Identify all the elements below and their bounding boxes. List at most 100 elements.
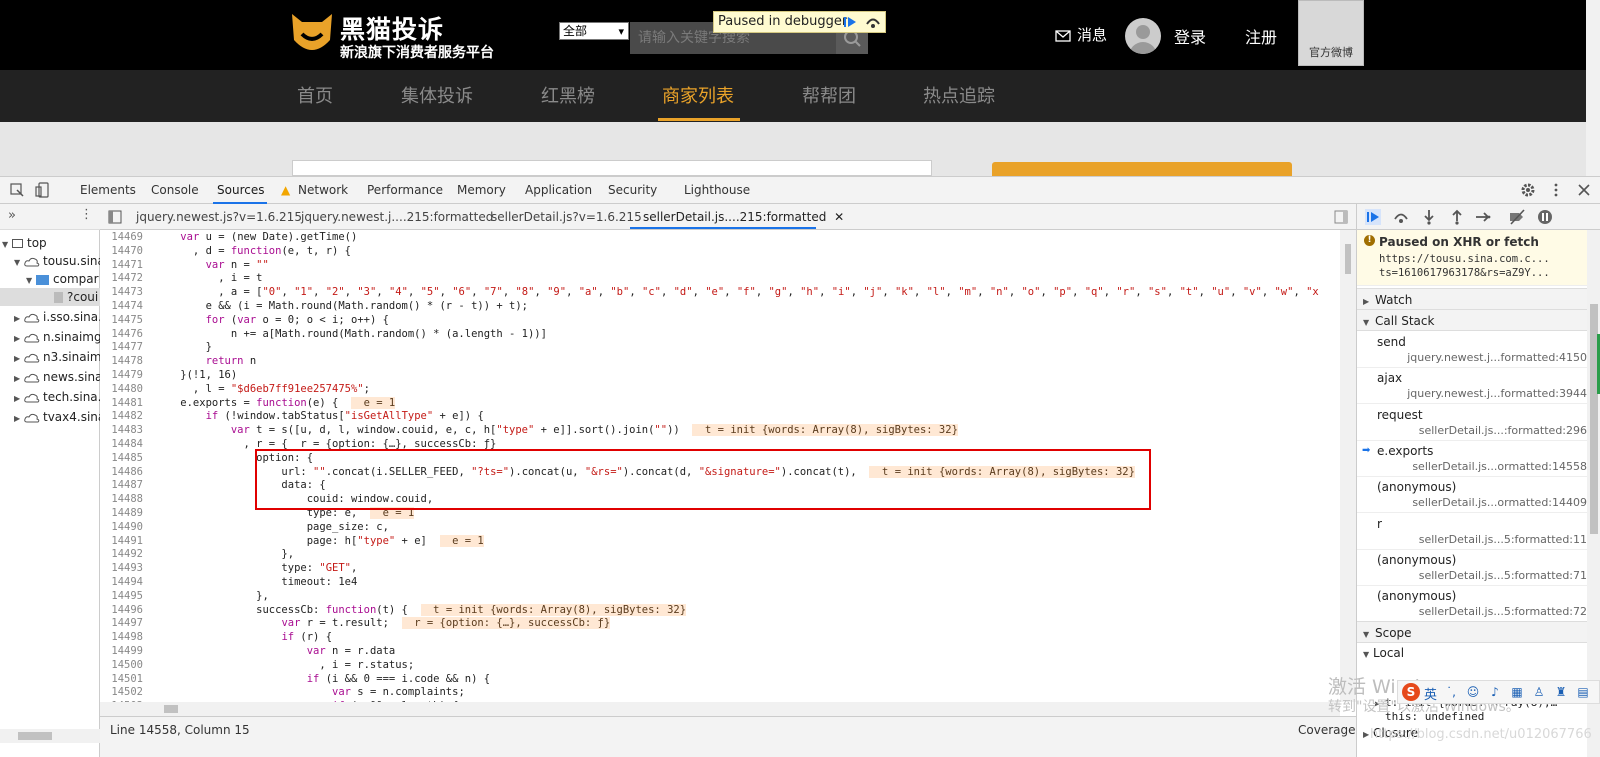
tab-lighthouse[interactable]: Lighthouse xyxy=(684,183,750,197)
code-line[interactable]: 14471 var n = "" xyxy=(100,258,1340,272)
code-line[interactable]: 14473 , a = ["0", "1", "2", "3", "4", "5… xyxy=(100,285,1340,299)
tree-item-top[interactable]: ▼ top xyxy=(2,234,47,252)
navigator-hscrollbar[interactable] xyxy=(0,729,100,743)
inspect-element-icon[interactable] xyxy=(9,182,25,198)
code-line[interactable]: 14492 }, xyxy=(100,547,1340,561)
line-number[interactable]: 14474 xyxy=(100,299,143,313)
tree-item-folder[interactable]: ▼ compar xyxy=(26,270,99,288)
close-icon[interactable] xyxy=(1576,182,1592,198)
scope-section-header[interactable]: ▼ Scope xyxy=(1357,621,1587,643)
call-frame-location[interactable]: sellerDetail.js...ormatted:14409 xyxy=(1387,496,1587,509)
code-line[interactable]: 14498 if (r) { xyxy=(100,630,1340,644)
tree-item-domain[interactable]: ▶ news.sina xyxy=(14,368,102,386)
call-frame[interactable]: (anonymous) sellerDetail.js...5:formatted… xyxy=(1357,586,1587,623)
file-tab[interactable]: sellerDetail.js?v=1.6.215 xyxy=(491,210,642,224)
code-line[interactable]: 14490 page_size: c, xyxy=(100,520,1340,534)
call-frame[interactable]: (anonymous) sellerDetail.js...5:formatted… xyxy=(1357,550,1587,586)
toggle-debugger-icon[interactable] xyxy=(1334,210,1348,224)
search-category-select[interactable]: 全部 ▾ xyxy=(559,22,629,40)
tree-item-file-selected[interactable]: ?coui xyxy=(0,288,100,306)
line-number[interactable]: 14499 xyxy=(100,644,143,658)
navigator-menu-icon[interactable]: ⋮ xyxy=(80,207,93,222)
code-line[interactable]: 14474 e && (i = Math.round(Math.random()… xyxy=(100,299,1340,313)
code-line[interactable]: 14496 successCb: function(t) { t = init … xyxy=(100,603,1340,617)
code-line[interactable]: 14494 timeout: 1e4 xyxy=(100,575,1340,589)
call-frame-location[interactable]: sellerDetail.js...5:formatted:71 xyxy=(1387,569,1587,582)
line-number[interactable]: 14478 xyxy=(100,354,143,368)
tab-performance[interactable]: Performance xyxy=(367,183,443,197)
official-weibo-qr[interactable]: 官方微博 xyxy=(1298,0,1364,66)
toggle-navigator-icon[interactable] xyxy=(108,210,122,224)
line-number[interactable]: 14493 xyxy=(100,561,143,575)
call-frame-location[interactable]: sellerDetail.js...ormatted:14558 xyxy=(1387,460,1587,473)
line-number[interactable]: 14500 xyxy=(100,658,143,672)
line-number[interactable]: 14484 xyxy=(100,437,143,451)
line-number[interactable]: 14473 xyxy=(100,285,143,299)
avatar[interactable] xyxy=(1125,18,1161,54)
tree-item-domain[interactable]: ▶ i.sso.sina.c xyxy=(14,308,109,326)
tree-item-domain[interactable]: ▶ tvax4.sina xyxy=(14,408,105,426)
ime-language[interactable]: 英 xyxy=(1424,684,1437,703)
call-frame[interactable]: ➡ e.exports sellerDetail.js...ormatted:145… xyxy=(1357,441,1587,477)
code-line[interactable]: 14483 var t = s([u, d, l, window.couid, … xyxy=(100,423,1340,437)
code-line[interactable]: 14469 var u = (new Date).getTime() xyxy=(100,230,1340,244)
call-frame-location[interactable]: sellerDetail.js...5:formatted:11 xyxy=(1387,533,1587,546)
emoji-icon[interactable]: ☺ xyxy=(1466,685,1480,699)
tab-application[interactable]: Application xyxy=(525,183,592,197)
call-frame[interactable]: (anonymous) sellerDetail.js...ormatted:14… xyxy=(1357,477,1587,514)
tree-item-domain[interactable]: ▶ tech.sina.c xyxy=(14,388,108,406)
paused-url[interactable]: https://tousu.sina.com.c... ts=161061796… xyxy=(1379,252,1585,280)
code-line[interactable]: 14499 var n = r.data xyxy=(100,644,1340,658)
line-number[interactable]: 14482 xyxy=(100,409,143,423)
line-number[interactable]: 14489 xyxy=(100,506,143,520)
step-into-icon[interactable] xyxy=(1421,209,1437,225)
line-number[interactable]: 14475 xyxy=(100,313,143,327)
code-line[interactable]: 14478 return n xyxy=(100,354,1340,368)
code-line[interactable]: 14500 , i = r.status; xyxy=(100,658,1340,672)
keyboard-icon[interactable]: ▦ xyxy=(1510,685,1524,699)
skin-icon[interactable]: ♜ xyxy=(1554,685,1568,699)
line-number[interactable]: 14502 xyxy=(100,685,143,699)
nav-merchant-list[interactable]: 商家列表 xyxy=(662,82,734,108)
call-frame[interactable]: send jquery.newest.j...formatted:4150 xyxy=(1357,332,1587,368)
call-frame[interactable]: request sellerDetail.js...:formatted:296 xyxy=(1357,405,1587,441)
step-over-icon[interactable] xyxy=(864,14,882,30)
nav-hot-topics[interactable]: 热点追踪 xyxy=(923,82,995,108)
code-line[interactable]: 14472 , i = t xyxy=(100,271,1340,285)
tab-elements[interactable]: Elements xyxy=(80,183,136,197)
watch-section-header[interactable]: ▶ Watch xyxy=(1357,288,1587,310)
file-tab[interactable]: jquery.newest.js?v=1.6.215 xyxy=(136,210,302,224)
editor-hscrollbar[interactable] xyxy=(100,702,1340,716)
call-frame-location[interactable]: jquery.newest.j...formatted:3944 xyxy=(1387,387,1587,400)
close-tab-icon[interactable]: ✕ xyxy=(834,210,844,224)
callstack-section-header[interactable]: ▼ Call Stack xyxy=(1357,309,1587,331)
tree-item-domain[interactable]: ▶ n.sinaimg. xyxy=(14,328,105,346)
user-icon[interactable]: ♙ xyxy=(1532,685,1546,699)
line-number[interactable]: 14487 xyxy=(100,478,143,492)
sogou-logo-icon[interactable]: S xyxy=(1402,683,1420,701)
code-line[interactable]: 14497 var r = t.result; r = {option: {…}… xyxy=(100,616,1340,630)
code-line[interactable]: 14501 if (i && 0 === i.code && n) { xyxy=(100,672,1340,686)
line-number[interactable]: 14480 xyxy=(100,382,143,396)
nav-help-group[interactable]: 帮帮团 xyxy=(802,82,856,108)
line-number[interactable]: 14471 xyxy=(100,258,143,272)
line-number[interactable]: 14483 xyxy=(100,423,143,437)
more-options-icon[interactable] xyxy=(1548,182,1564,198)
line-number[interactable]: 14496 xyxy=(100,603,143,617)
punctuation-icon[interactable]: ˙, xyxy=(1444,685,1458,699)
step-icon[interactable] xyxy=(1475,209,1491,225)
line-number[interactable]: 14494 xyxy=(100,575,143,589)
step-over-icon[interactable] xyxy=(1393,209,1409,225)
scroll-thumb[interactable] xyxy=(164,705,178,713)
line-number[interactable]: 14492 xyxy=(100,547,143,561)
line-number[interactable]: 14476 xyxy=(100,327,143,341)
code-line[interactable]: 14491 page: h["type" + e] e = 1 xyxy=(100,534,1340,548)
line-number[interactable]: 14469 xyxy=(100,230,143,244)
line-number[interactable]: 14479 xyxy=(100,368,143,382)
toolbox-icon[interactable]: ▤ xyxy=(1576,685,1590,699)
call-frame-location[interactable]: jquery.newest.j...formatted:4150 xyxy=(1387,351,1587,364)
code-line[interactable]: 14493 type: "GET", xyxy=(100,561,1340,575)
code-line[interactable]: 14470 , d = function(e, t, r) { xyxy=(100,244,1340,258)
call-frame[interactable]: ajax jquery.newest.j...formatted:3944 xyxy=(1357,368,1587,405)
messages-link[interactable]: 消息 xyxy=(1055,24,1107,45)
